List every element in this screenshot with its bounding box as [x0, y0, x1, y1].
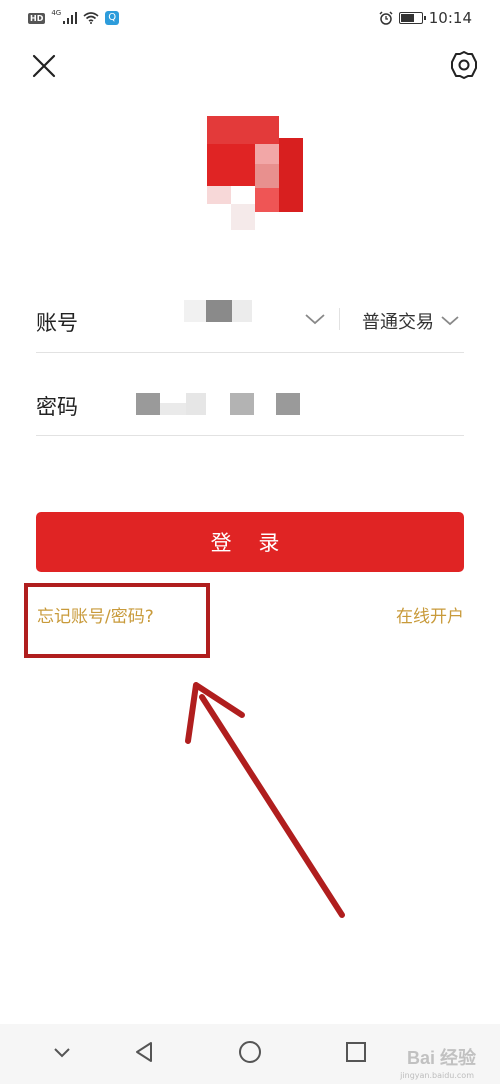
account-value-masked	[184, 300, 254, 322]
battery-icon	[398, 12, 426, 24]
back-triangle-icon	[136, 1042, 152, 1062]
recents-square-icon	[346, 1042, 366, 1062]
password-value-masked	[136, 393, 306, 415]
nav-hide-button[interactable]	[50, 1040, 74, 1068]
password-field[interactable]: 密码	[36, 375, 464, 436]
close-icon	[32, 54, 56, 78]
watermark-sub: jingyan.baidu.com	[400, 1071, 474, 1080]
status-bar: HD 4G Q 10:14	[0, 0, 500, 36]
settings-button[interactable]	[450, 50, 478, 80]
login-button[interactable]: 登 录	[36, 512, 464, 572]
app-logo	[207, 116, 303, 230]
account-history-chevron-down-icon[interactable]	[304, 312, 326, 326]
status-left: HD 4G Q	[28, 9, 120, 25]
annotation-highlight-box	[24, 583, 210, 658]
chevron-down-icon	[54, 1048, 70, 1058]
app-notification-icon: Q	[105, 11, 120, 25]
account-field[interactable]: 账号 普通交易	[36, 290, 464, 353]
open-account-link[interactable]: 在线开户	[396, 602, 464, 627]
system-nav-bar: Bai 经验 jingyan.baidu.com	[0, 1024, 500, 1084]
watermark: Bai 经验	[406, 1048, 476, 1068]
home-circle-icon	[239, 1041, 261, 1063]
clock: 10:14	[428, 9, 472, 27]
signal-type-label: 4G	[51, 9, 62, 17]
alarm-icon	[379, 11, 393, 25]
account-label: 账号	[36, 311, 78, 335]
gear-icon	[451, 51, 477, 79]
password-label: 密码	[36, 395, 78, 419]
signal-icon	[63, 12, 78, 24]
hd-badge: HD	[28, 12, 46, 24]
nav-back-button[interactable]	[132, 1040, 156, 1068]
annotation-arrow-icon	[185, 682, 345, 918]
trading-mode-label: 普通交易	[362, 312, 434, 333]
chevron-down-icon	[441, 316, 459, 326]
wifi-icon	[83, 12, 99, 24]
nav-home-button[interactable]	[238, 1040, 262, 1068]
status-right: 10:14	[379, 9, 472, 27]
nav-recents-button[interactable]	[344, 1040, 368, 1068]
close-button[interactable]	[30, 52, 58, 80]
trading-mode-select[interactable]: 普通交易	[362, 308, 460, 334]
field-divider	[339, 308, 340, 330]
